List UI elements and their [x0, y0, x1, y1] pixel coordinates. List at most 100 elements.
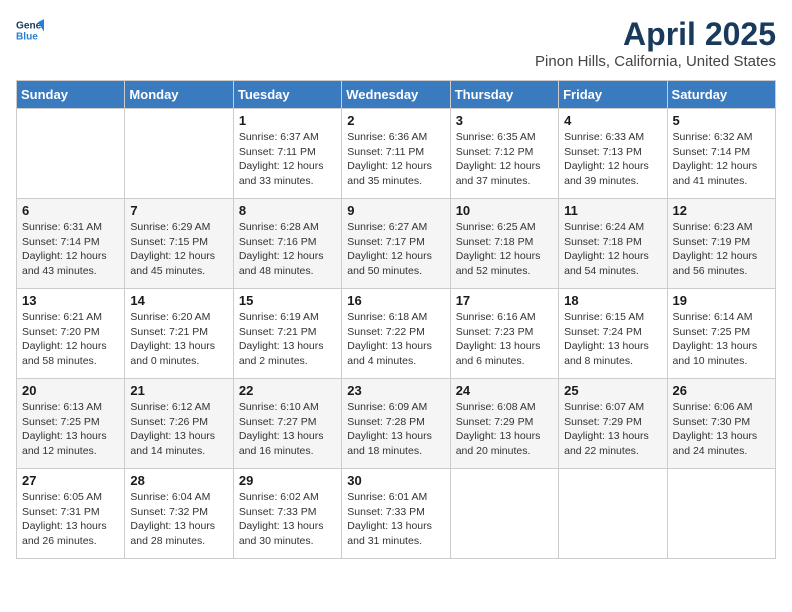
day-info: Sunrise: 6:36 AMSunset: 7:11 PMDaylight:…	[347, 130, 444, 189]
day-number: 6	[22, 203, 119, 218]
day-info: Sunrise: 6:09 AMSunset: 7:28 PMDaylight:…	[347, 400, 444, 459]
day-number: 17	[456, 293, 553, 308]
calendar-cell: 17 Sunrise: 6:16 AMSunset: 7:23 PMDayligh…	[450, 289, 558, 379]
calendar-cell: 24 Sunrise: 6:08 AMSunset: 7:29 PMDayligh…	[450, 379, 558, 469]
calendar-cell: 22 Sunrise: 6:10 AMSunset: 7:27 PMDayligh…	[233, 379, 341, 469]
calendar-cell	[450, 469, 558, 559]
calendar-cell: 4 Sunrise: 6:33 AMSunset: 7:13 PMDaylight…	[559, 109, 667, 199]
day-info: Sunrise: 6:37 AMSunset: 7:11 PMDaylight:…	[239, 130, 336, 189]
calendar-cell: 19 Sunrise: 6:14 AMSunset: 7:25 PMDayligh…	[667, 289, 775, 379]
calendar-cell: 15 Sunrise: 6:19 AMSunset: 7:21 PMDayligh…	[233, 289, 341, 379]
day-number: 5	[673, 113, 770, 128]
day-info: Sunrise: 6:20 AMSunset: 7:21 PMDaylight:…	[130, 310, 227, 369]
calendar-week-3: 13 Sunrise: 6:21 AMSunset: 7:20 PMDayligh…	[17, 289, 776, 379]
calendar-cell: 14 Sunrise: 6:20 AMSunset: 7:21 PMDayligh…	[125, 289, 233, 379]
day-number: 1	[239, 113, 336, 128]
calendar-cell: 7 Sunrise: 6:29 AMSunset: 7:15 PMDaylight…	[125, 199, 233, 289]
day-info: Sunrise: 6:21 AMSunset: 7:20 PMDaylight:…	[22, 310, 119, 369]
day-number: 27	[22, 473, 119, 488]
day-number: 9	[347, 203, 444, 218]
calendar-cell: 5 Sunrise: 6:32 AMSunset: 7:14 PMDaylight…	[667, 109, 775, 199]
day-info: Sunrise: 6:35 AMSunset: 7:12 PMDaylight:…	[456, 130, 553, 189]
day-info: Sunrise: 6:18 AMSunset: 7:22 PMDaylight:…	[347, 310, 444, 369]
calendar-cell: 9 Sunrise: 6:27 AMSunset: 7:17 PMDaylight…	[342, 199, 450, 289]
day-number: 19	[673, 293, 770, 308]
calendar-cell: 23Sunrise: 6:09 AMSunset: 7:28 PMDayligh…	[342, 379, 450, 469]
logo-icon: General Blue	[16, 16, 44, 44]
calendar-cell: 18Sunrise: 6:15 AMSunset: 7:24 PMDayligh…	[559, 289, 667, 379]
day-info: Sunrise: 6:32 AMSunset: 7:14 PMDaylight:…	[673, 130, 770, 189]
title-area: April 2025 Pinon Hills, California, Unit…	[535, 16, 776, 70]
day-info: Sunrise: 6:15 AMSunset: 7:24 PMDaylight:…	[564, 310, 661, 369]
calendar-cell	[125, 109, 233, 199]
day-info: Sunrise: 6:01 AMSunset: 7:33 PMDaylight:…	[347, 490, 444, 549]
day-info: Sunrise: 6:27 AMSunset: 7:17 PMDaylight:…	[347, 220, 444, 279]
day-info: Sunrise: 6:25 AMSunset: 7:18 PMDaylight:…	[456, 220, 553, 279]
day-number: 22	[239, 383, 336, 398]
day-number: 7	[130, 203, 227, 218]
calendar-cell: 1 Sunrise: 6:37 AMSunset: 7:11 PMDaylight…	[233, 109, 341, 199]
calendar-cell: 2 Sunrise: 6:36 AMSunset: 7:11 PMDaylight…	[342, 109, 450, 199]
day-number: 13	[22, 293, 119, 308]
calendar-cell: 6 Sunrise: 6:31 AMSunset: 7:14 PMDaylight…	[17, 199, 125, 289]
header-thursday: Thursday	[450, 81, 558, 109]
day-number: 26	[673, 383, 770, 398]
header: General Blue April 2025 Pinon Hills, Cal…	[16, 16, 776, 70]
calendar-cell: 20 Sunrise: 6:13 AMSunset: 7:25 PMDayligh…	[17, 379, 125, 469]
day-info: Sunrise: 6:06 AMSunset: 7:30 PMDaylight:…	[673, 400, 770, 459]
calendar-cell: 16Sunrise: 6:18 AMSunset: 7:22 PMDayligh…	[342, 289, 450, 379]
day-info: Sunrise: 6:10 AMSunset: 7:27 PMDaylight:…	[239, 400, 336, 459]
day-number: 2	[347, 113, 444, 128]
calendar-cell: 13 Sunrise: 6:21 AMSunset: 7:20 PMDayligh…	[17, 289, 125, 379]
day-number: 28	[130, 473, 227, 488]
calendar-header-row: SundayMondayTuesdayWednesdayThursdayFrid…	[17, 81, 776, 109]
header-sunday: Sunday	[17, 81, 125, 109]
day-number: 24	[456, 383, 553, 398]
day-info: Sunrise: 6:33 AMSunset: 7:13 PMDaylight:…	[564, 130, 661, 189]
day-info: Sunrise: 6:23 AMSunset: 7:19 PMDaylight:…	[673, 220, 770, 279]
calendar-cell	[667, 469, 775, 559]
calendar-week-4: 20 Sunrise: 6:13 AMSunset: 7:25 PMDayligh…	[17, 379, 776, 469]
calendar-week-1: 1 Sunrise: 6:37 AMSunset: 7:11 PMDaylight…	[17, 109, 776, 199]
logo: General Blue	[16, 16, 44, 44]
calendar-cell: 27Sunrise: 6:05 AMSunset: 7:31 PMDayligh…	[17, 469, 125, 559]
day-number: 3	[456, 113, 553, 128]
day-info: Sunrise: 6:08 AMSunset: 7:29 PMDaylight:…	[456, 400, 553, 459]
day-number: 4	[564, 113, 661, 128]
calendar-cell: 21 Sunrise: 6:12 AMSunset: 7:26 PMDayligh…	[125, 379, 233, 469]
calendar-cell: 28 Sunrise: 6:04 AMSunset: 7:32 PMDayligh…	[125, 469, 233, 559]
day-number: 20	[22, 383, 119, 398]
header-wednesday: Wednesday	[342, 81, 450, 109]
calendar-cell: 12 Sunrise: 6:23 AMSunset: 7:19 PMDayligh…	[667, 199, 775, 289]
day-info: Sunrise: 6:12 AMSunset: 7:26 PMDaylight:…	[130, 400, 227, 459]
page-subtitle: Pinon Hills, California, United States	[535, 53, 776, 70]
day-info: Sunrise: 6:02 AMSunset: 7:33 PMDaylight:…	[239, 490, 336, 549]
header-friday: Friday	[559, 81, 667, 109]
day-info: Sunrise: 6:29 AMSunset: 7:15 PMDaylight:…	[130, 220, 227, 279]
calendar-cell: 25Sunrise: 6:07 AMSunset: 7:29 PMDayligh…	[559, 379, 667, 469]
day-info: Sunrise: 6:24 AMSunset: 7:18 PMDaylight:…	[564, 220, 661, 279]
day-info: Sunrise: 6:13 AMSunset: 7:25 PMDaylight:…	[22, 400, 119, 459]
day-number: 21	[130, 383, 227, 398]
calendar-cell: 8Sunrise: 6:28 AMSunset: 7:16 PMDaylight…	[233, 199, 341, 289]
day-number: 12	[673, 203, 770, 218]
day-number: 11	[564, 203, 661, 218]
day-number: 15	[239, 293, 336, 308]
svg-text:Blue: Blue	[16, 31, 38, 42]
calendar-cell: 29Sunrise: 6:02 AMSunset: 7:33 PMDayligh…	[233, 469, 341, 559]
calendar-week-2: 6 Sunrise: 6:31 AMSunset: 7:14 PMDaylight…	[17, 199, 776, 289]
day-info: Sunrise: 6:19 AMSunset: 7:21 PMDaylight:…	[239, 310, 336, 369]
day-info: Sunrise: 6:14 AMSunset: 7:25 PMDaylight:…	[673, 310, 770, 369]
header-saturday: Saturday	[667, 81, 775, 109]
day-number: 10	[456, 203, 553, 218]
day-info: Sunrise: 6:28 AMSunset: 7:16 PMDaylight:…	[239, 220, 336, 279]
day-info: Sunrise: 6:31 AMSunset: 7:14 PMDaylight:…	[22, 220, 119, 279]
day-info: Sunrise: 6:16 AMSunset: 7:23 PMDaylight:…	[456, 310, 553, 369]
calendar-cell: 26 Sunrise: 6:06 AMSunset: 7:30 PMDayligh…	[667, 379, 775, 469]
calendar-cell	[17, 109, 125, 199]
calendar-cell: 30Sunrise: 6:01 AMSunset: 7:33 PMDayligh…	[342, 469, 450, 559]
day-number: 14	[130, 293, 227, 308]
header-tuesday: Tuesday	[233, 81, 341, 109]
day-number: 25	[564, 383, 661, 398]
day-info: Sunrise: 6:04 AMSunset: 7:32 PMDaylight:…	[130, 490, 227, 549]
